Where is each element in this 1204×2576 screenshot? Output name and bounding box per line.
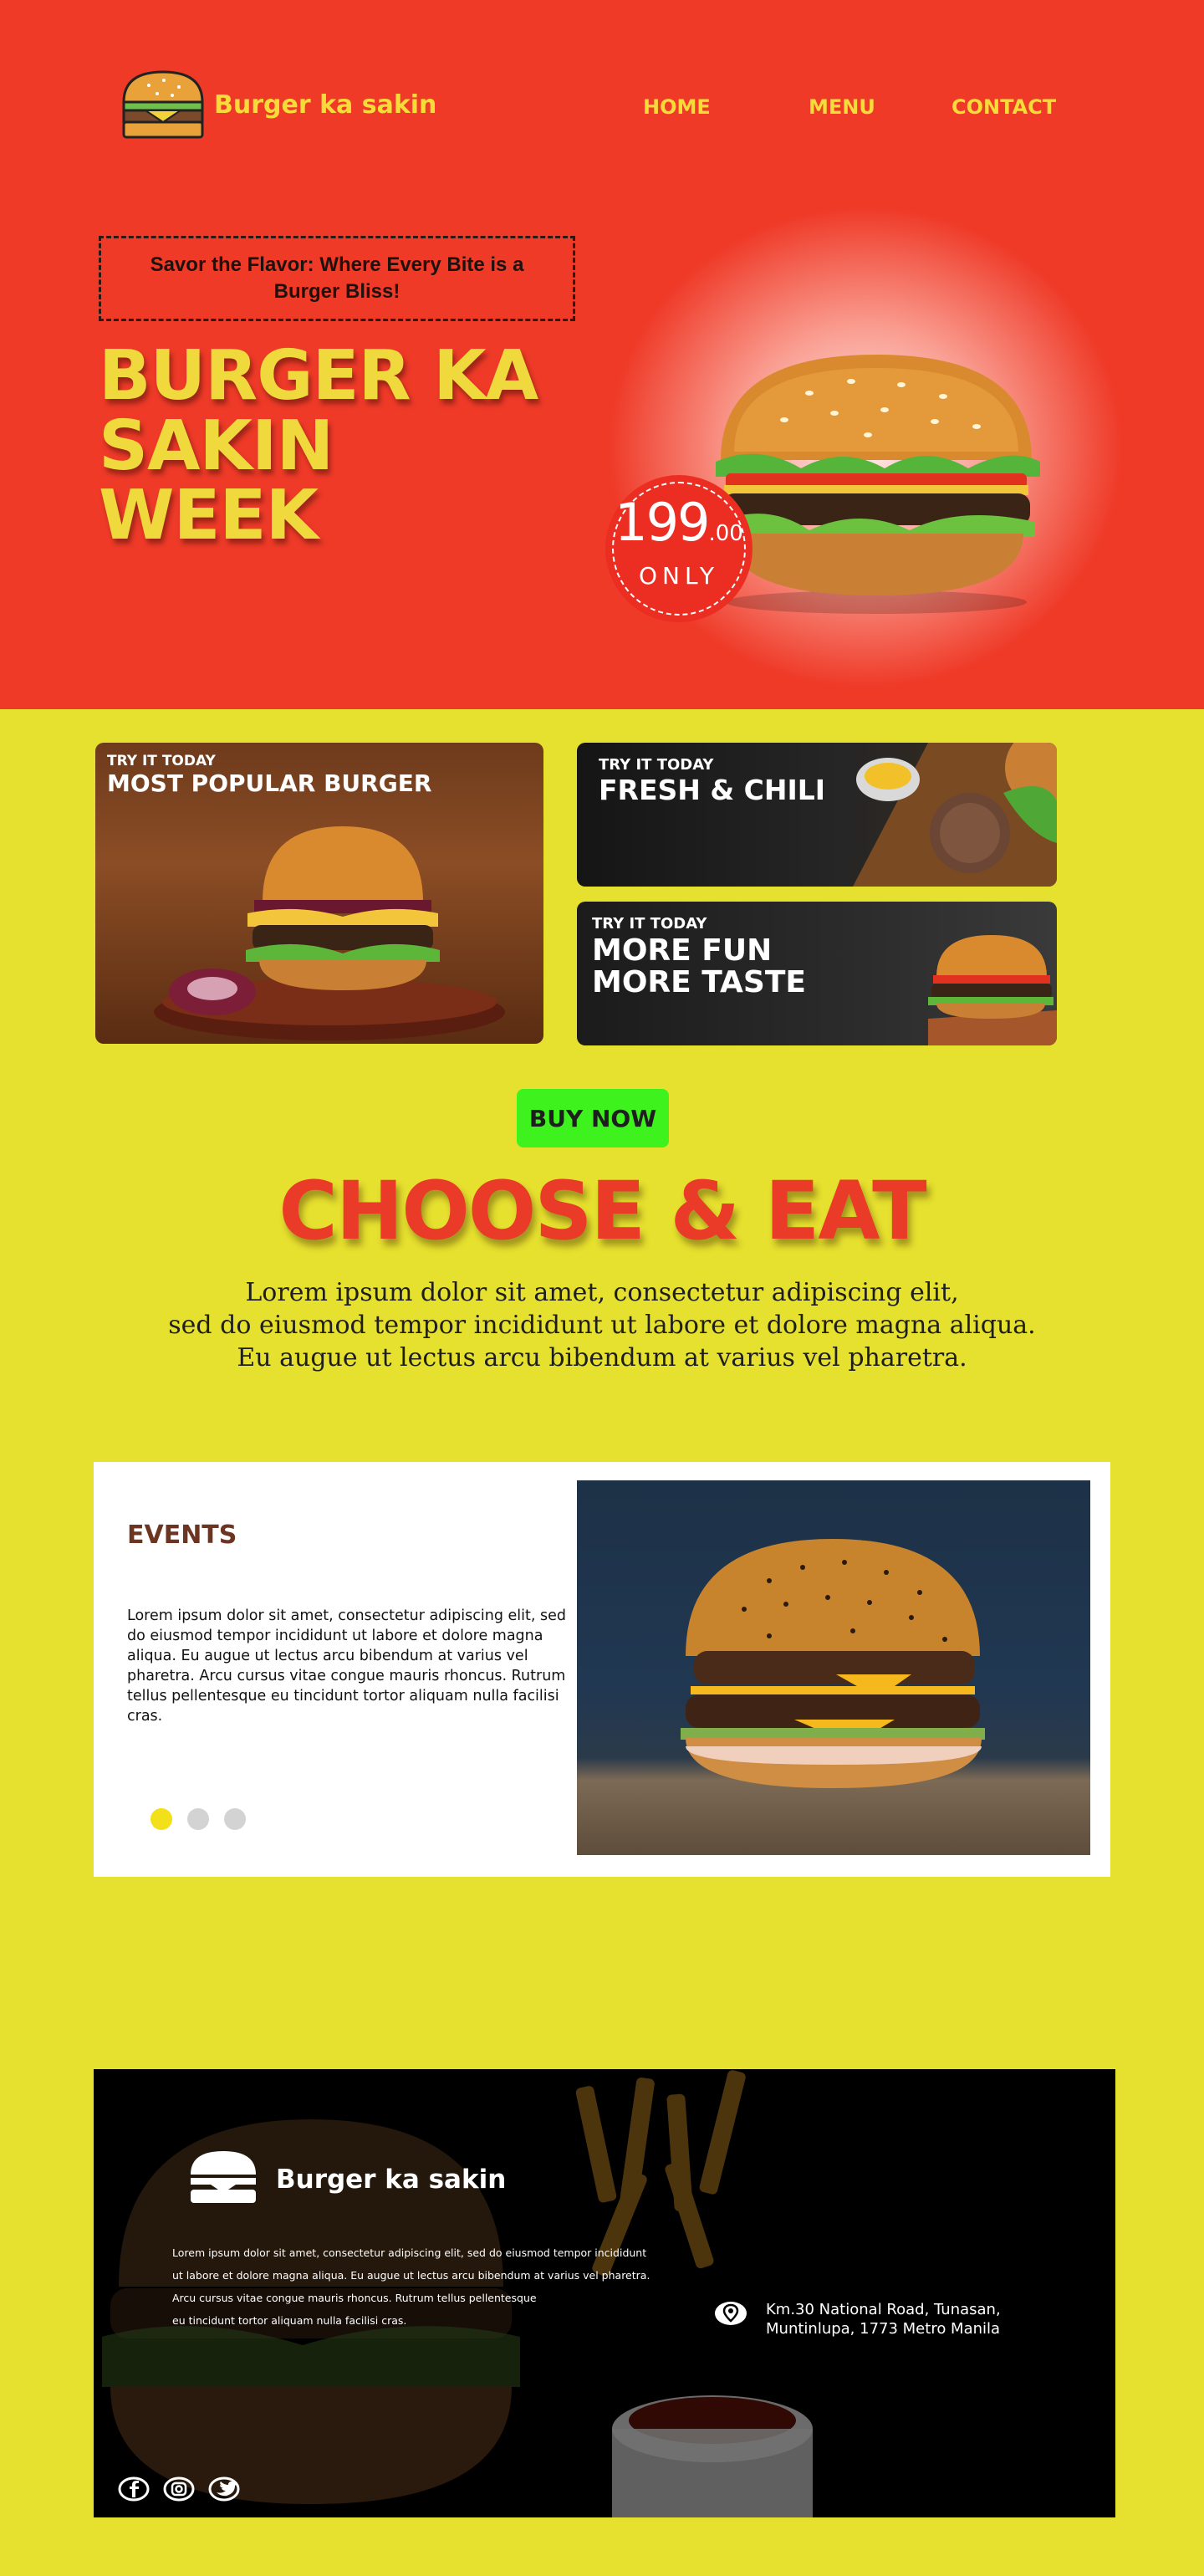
social-links [117, 2476, 241, 2502]
nav-home[interactable]: HOME [643, 95, 711, 119]
promo-title-more-fun-line1: MORE FUN [592, 933, 773, 968]
events-section: EVENTS Lorem ipsum dolor sit amet, conse… [94, 1462, 1110, 1877]
choose-eat-title: CHOOSE & EAT [278, 1164, 926, 1258]
footer-desc-line3: Arcu cursus vitae congue mauris rhoncus.… [172, 2292, 537, 2304]
footer-desc-line1: Lorem ipsum dolor sit amet, consectetur … [172, 2246, 647, 2259]
price-amount: 199.00 [614, 497, 744, 549]
hero-title-line1: BURGER KA SAKIN [99, 336, 538, 486]
price-main: 199 [615, 492, 710, 553]
brand-name: Burger ka sakin [214, 89, 437, 120]
events-title: EVENTS [127, 1521, 237, 1550]
promo-title-fresh: FRESH & CHILI [599, 774, 826, 806]
facebook-icon[interactable] [117, 2476, 150, 2502]
promo-title-popular: MOST POPULAR BURGER [107, 769, 432, 797]
brand-logo[interactable]: Burger ka sakin [119, 67, 436, 142]
carousel-dots [150, 1808, 246, 1830]
hero-section: Burger ka sakin HOME MENU CONTACT Savor … [0, 0, 1204, 709]
choose-desc-line1: Lorem ipsum dolor sit amet, consectetur … [245, 1278, 959, 1307]
choose-desc-line3: Eu augue ut lectus arcu bibendum at vari… [237, 1343, 967, 1372]
price-badge: 199.00 ONLY [605, 475, 752, 622]
events-body: Lorem ipsum dolor sit amet, consectetur … [127, 1607, 566, 1725]
carousel-dot-2[interactable] [187, 1808, 209, 1830]
hero-burger-image [709, 351, 1043, 623]
footer-address: Km.30 National Road, Tunasan, Muntinlupa… [714, 2300, 1092, 2338]
promo-card-popular[interactable]: TRY IT TODAY MOST POPULAR BURGER [95, 743, 543, 1044]
nav-contact[interactable]: CONTACT [951, 95, 1056, 119]
buy-now-button[interactable]: BUY NOW [517, 1089, 669, 1147]
price-label: ONLY [639, 562, 719, 590]
promo-kicker-more-fun: TRY IT TODAY [592, 915, 707, 933]
footer-description: Lorem ipsum dolor sit amet, consectetur … [172, 2241, 674, 2332]
promo-card-fresh-chili[interactable]: TRY IT TODAY FRESH & CHILI [577, 743, 1057, 887]
site-footer: Burger ka sakin Lorem ipsum dolor sit am… [94, 2069, 1115, 2517]
burger-icon [119, 67, 207, 142]
promo-card-more-fun[interactable]: TRY IT TODAY MORE FUN MORE TASTE [577, 902, 1057, 1045]
footer-brand-name: Burger ka sakin [276, 2164, 507, 2195]
footer-desc-line4: eu tincidunt tortor aliquam nulla facili… [172, 2314, 407, 2327]
price-cents: .00 [708, 521, 743, 546]
footer-desc-line2: ut labore et dolore magna aliqua. Eu aug… [172, 2269, 650, 2282]
promo-title-more-fun: MORE FUN MORE TASTE [592, 935, 806, 999]
events-burger-image [577, 1480, 1090, 1855]
carousel-dot-1[interactable] [150, 1808, 172, 1830]
twitter-icon[interactable] [207, 2476, 241, 2502]
nav-menu[interactable]: MENU [809, 95, 875, 119]
carousel-dot-3[interactable] [224, 1808, 246, 1830]
choose-desc-line2: sed do eiusmod tempor incididunt ut labo… [168, 1311, 1036, 1340]
choose-eat-description: Lorem ipsum dolor sit amet, consectetur … [0, 1276, 1204, 1374]
hero-title-line2: WEEK [99, 476, 319, 556]
footer-brand[interactable]: Burger ka sakin [187, 2149, 506, 2209]
footer-address-text: Km.30 National Road, Tunasan, Muntinlupa… [766, 2301, 1001, 2338]
burger-icon [187, 2149, 259, 2209]
promo-kicker-fresh: TRY IT TODAY [599, 756, 714, 774]
location-pin-icon [714, 2300, 747, 2331]
instagram-icon[interactable] [162, 2476, 196, 2502]
hero-tagline: Savor the Flavor: Where Every Bite is a … [99, 236, 575, 321]
promo-title-more-fun-line2: MORE TASTE [592, 964, 806, 999]
promo-kicker-popular: TRY IT TODAY [107, 753, 216, 769]
